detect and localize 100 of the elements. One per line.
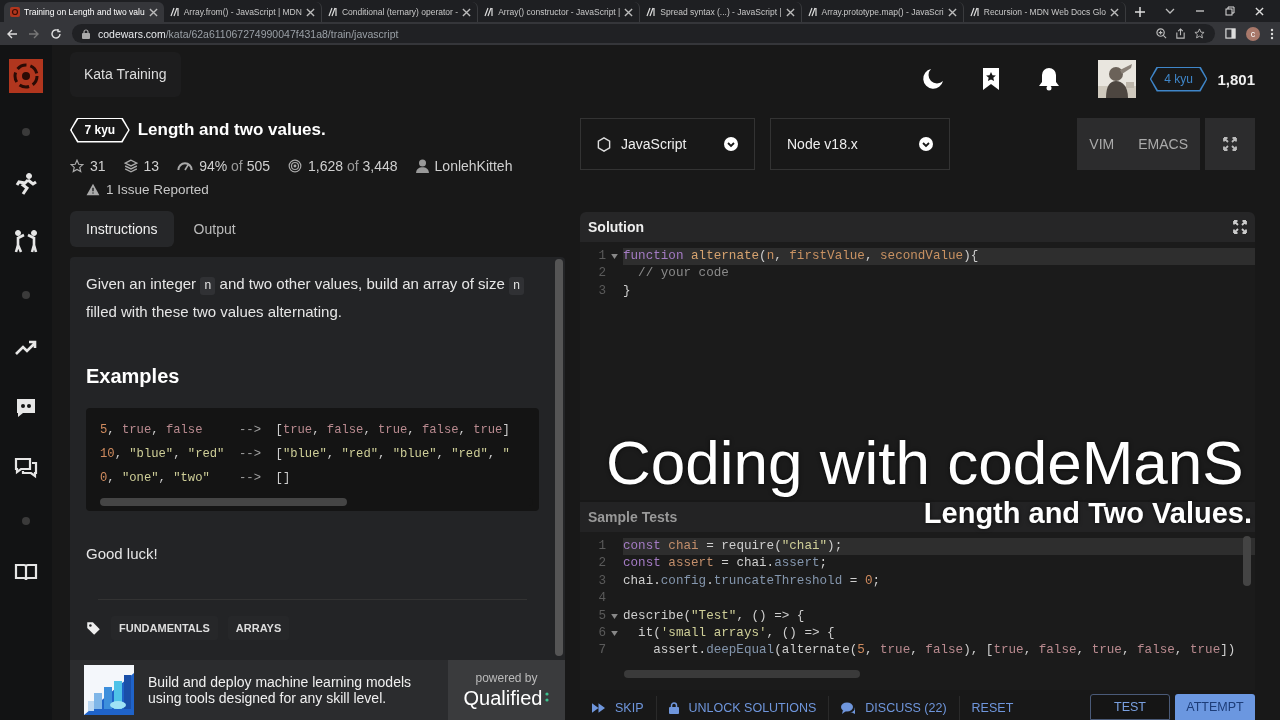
lock-icon (668, 702, 679, 714)
chat-icon (841, 702, 856, 714)
favicon-icon (10, 7, 20, 17)
line-number: 4 (597, 590, 606, 608)
zoom-icon[interactable] (1156, 28, 1167, 39)
bookmark-icon[interactable] (981, 67, 1000, 91)
chevron-icon[interactable] (1165, 6, 1175, 16)
author-link[interactable]: LonlehKitteh (434, 158, 513, 174)
controller-icon[interactable] (15, 396, 37, 418)
line-number: 5 (597, 607, 606, 625)
fold-icon[interactable] (611, 613, 618, 619)
logo-icon[interactable] (9, 59, 43, 93)
unlock-link[interactable]: UNLOCK SOLUTIONS (656, 696, 830, 720)
mode-button[interactable]: VIM (1077, 118, 1127, 170)
code-line: describe("Test", () => { (623, 607, 806, 625)
ad-banner[interactable]: Build and deploy machine learning models using tools designed for any skill level. powered by Qualified (70, 660, 565, 720)
lock-icon (82, 28, 90, 39)
scrollbar-thumb[interactable] (1243, 536, 1251, 586)
mode-button[interactable]: EMACS (1126, 118, 1200, 170)
close-icon[interactable] (1255, 6, 1264, 16)
line-number: 1 (597, 538, 606, 555)
fast-forward-icon (592, 703, 605, 713)
warning-icon (86, 182, 100, 196)
book-icon[interactable] (14, 562, 38, 581)
issue-link[interactable]: 1 Issue Reported (106, 181, 209, 197)
reset-link[interactable]: RESET (959, 696, 1026, 720)
overlay-subtitle: Length and Two Values. (923, 497, 1252, 530)
running-figure-icon[interactable] (14, 171, 38, 196)
separator-dot (22, 517, 30, 525)
back-icon[interactable] (6, 27, 18, 40)
test-button[interactable]: TEST (1090, 694, 1170, 720)
star-icon[interactable] (1194, 28, 1205, 39)
share-icon[interactable] (1175, 28, 1186, 39)
brand-name: Qualified (463, 686, 543, 710)
line-number: 2 (597, 555, 606, 573)
code-line: } (623, 282, 632, 300)
restore-icon[interactable] (1225, 6, 1235, 16)
line-number: 1 (597, 248, 606, 265)
side-panel-icon[interactable] (1225, 28, 1236, 39)
gauge-icon (177, 160, 194, 172)
hexagon-icon (597, 136, 611, 152)
favicon-icon (169, 7, 180, 17)
skip-link[interactable]: SKIP (580, 696, 657, 720)
honor-score: 1,801 (1217, 70, 1255, 88)
scrollbar-thumb[interactable] (624, 670, 860, 678)
favicon-icon (646, 7, 657, 17)
separator-dot (22, 291, 30, 299)
favicon-icon (969, 7, 980, 17)
close-icon[interactable] (624, 7, 634, 17)
section-title: Kata Training (70, 51, 181, 97)
close-icon[interactable] (947, 7, 957, 17)
section-heading: Examples (86, 365, 181, 388)
url-text: codewars.com/kata/62a611067274990047f431a8/train/javascript (98, 27, 400, 40)
chat-bubbles-icon[interactable] (14, 456, 38, 479)
scrollbar-thumb[interactable] (555, 259, 563, 656)
rank-badge: 7 kyu (70, 117, 130, 143)
overlay-title: Coding with codeManS (606, 427, 1244, 498)
fold-icon[interactable] (611, 631, 618, 637)
line-number: 6 (597, 624, 606, 642)
close-icon[interactable] (462, 7, 472, 17)
tag-icon (86, 620, 101, 636)
layers-icon (123, 159, 138, 173)
forward-icon[interactable] (28, 27, 40, 40)
tab[interactable]: Output (177, 211, 252, 247)
code-line: chai.config.truncateThreshold = 0; (623, 572, 881, 590)
close-icon[interactable] (785, 7, 795, 17)
description-text: Given an integer n and two other values, build an array of size n filled with these two values alternating. (86, 271, 539, 325)
favicon-icon (484, 7, 495, 17)
line-number: 7 (597, 642, 606, 660)
profile-avatar[interactable]: c (1246, 26, 1260, 41)
trend-up-icon[interactable] (15, 339, 37, 356)
reload-icon[interactable] (50, 27, 62, 40)
close-icon[interactable] (305, 7, 315, 17)
moon-icon[interactable] (921, 68, 944, 90)
version-dropdown[interactable]: Node v18.x (770, 118, 950, 170)
attempt-button[interactable]: ATTEMPT (1175, 694, 1255, 720)
sparring-figures-icon[interactable] (13, 228, 39, 253)
browser-tab[interactable]: Training on Length and two valu (4, 2, 164, 22)
chevron-down-icon (724, 137, 738, 151)
favicon-icon (327, 7, 338, 17)
stat-value: 1,628 of 3,448 (308, 158, 398, 174)
language-dropdown[interactable]: JavaScript (580, 118, 755, 170)
code-line: const assert = chai.assert; (623, 555, 829, 573)
more-icon[interactable] (1270, 27, 1274, 40)
discuss-link[interactable]: DISCUSS (22) (829, 696, 960, 720)
star-icon (70, 159, 84, 173)
tab[interactable]: Instructions (70, 211, 174, 247)
expand-icon[interactable] (1233, 220, 1247, 234)
close-icon[interactable] (1109, 7, 1119, 17)
plus-icon[interactable] (1133, 6, 1146, 18)
close-icon[interactable] (148, 7, 158, 17)
address-bar[interactable]: codewars.com/kata/62a611067274990047f431a8/train/javascript (72, 24, 1215, 43)
bell-icon[interactable] (1037, 67, 1060, 91)
ad-text: Build and deploy machine learning models using tools designed for any skill level. (148, 674, 413, 706)
fullscreen-button[interactable] (1205, 118, 1255, 170)
powered-by-text: powered by (475, 670, 538, 685)
fold-icon[interactable] (611, 254, 618, 260)
code-line: // your code (637, 265, 730, 283)
expand-icon[interactable] (1223, 137, 1237, 151)
scrollbar-thumb[interactable] (100, 498, 347, 506)
